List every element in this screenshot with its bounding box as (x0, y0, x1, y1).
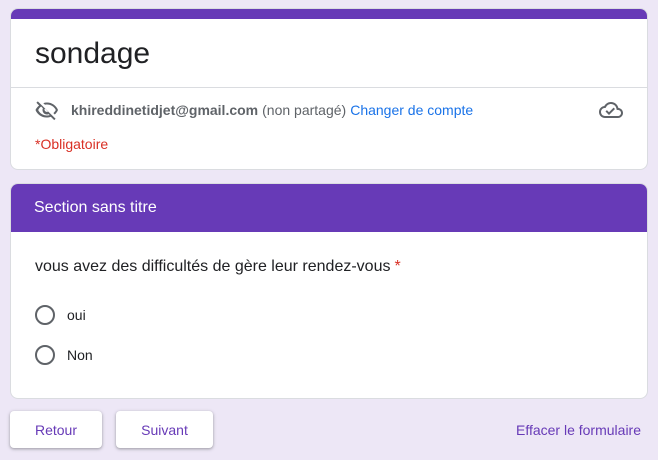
form-title: sondage (35, 37, 151, 70)
required-star: * (394, 258, 401, 275)
back-button[interactable]: Retour (10, 411, 102, 448)
section-title: Section sans titre (11, 184, 647, 232)
question-title: vous avez des difficultés de gère leur r… (35, 258, 401, 276)
radio-button[interactable] (35, 345, 55, 365)
required-note: *Obligatoire (35, 136, 109, 152)
header-divider (11, 87, 647, 88)
option-label: Non (67, 347, 93, 363)
account-share-note: (non partagé) (262, 102, 347, 118)
cloud-saved-icon[interactable] (599, 98, 623, 122)
radio-option-oui[interactable]: oui (35, 303, 86, 327)
change-account-link[interactable]: Changer de compte (350, 102, 473, 118)
header-accent-bar (11, 9, 647, 19)
question-text: vous avez des difficultés de gère leur r… (35, 258, 391, 275)
clear-form-link[interactable]: Effacer le formulaire (516, 422, 641, 438)
option-label: oui (67, 307, 86, 323)
account-row: khireddinetidjet@gmail.com (non partagé)… (35, 99, 623, 121)
form-header-card: sondage khireddinetidjet@gmail.com (non … (10, 8, 648, 170)
next-button[interactable]: Suivant (116, 411, 213, 448)
account-email: khireddinetidjet@gmail.com (71, 102, 259, 118)
radio-option-non[interactable]: Non (35, 343, 93, 367)
section-card: Section sans titre vous avez des difficu… (10, 183, 648, 399)
eye-off-icon (35, 98, 59, 122)
radio-button[interactable] (35, 305, 55, 325)
